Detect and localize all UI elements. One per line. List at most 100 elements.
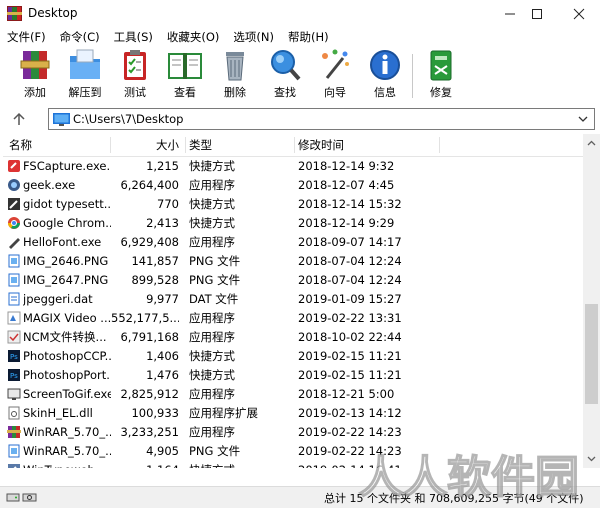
file-modified: 2019-02-22 13:31 [298,311,402,325]
file-name: NCM文件转换... [23,330,107,344]
photoshop-icon: Ps [8,369,20,381]
file-modified: 2018-12-21 5:00 [298,387,395,401]
column-header-size[interactable]: 大小 [111,134,179,156]
table-row[interactable]: geek.exe 6,264,400 应用程序 2018-12-07 4:45 [3,176,583,195]
desktop-folder-icon [53,113,70,126]
drive-status-icon [6,493,37,502]
file-size: 9,977 [146,292,179,306]
file-name: HelloFont.exe [23,235,102,249]
toolbar: 添加 解压到 测试 查看 删除 查找 向导 信息 修复 [0,46,600,102]
column-divider[interactable] [439,137,440,153]
menu-favorites[interactable]: 收藏夹(O) [160,28,227,46]
add-button[interactable]: 添加 [11,48,59,100]
chevron-down-icon[interactable] [577,113,589,125]
geek-app-icon [8,179,20,191]
maximize-button[interactable] [519,0,555,28]
file-name: WinTypeweb... [23,461,111,468]
file-size: 141,857 [131,254,179,268]
file-modified: 2018-07-04 12:24 [298,273,402,287]
path-text: C:\Users\7\Desktop [73,112,184,126]
file-modified: 2018-12-14 15:32 [298,197,402,211]
file-modified: 2019-02-15 11:21 [298,349,402,363]
file-type: DAT 文件 [189,292,239,306]
file-size: 770 [157,197,179,211]
file-name: gidot typesett... [23,197,111,211]
table-row[interactable]: jpeggeri.dat 9,977 DAT 文件 2019-01-09 15:27 [3,290,583,309]
up-folder-button[interactable] [8,110,30,128]
winrar-icon [7,426,21,438]
repair-button[interactable]: 修复 [417,48,465,100]
path-input[interactable]: C:\Users\7\Desktop [48,108,595,130]
scroll-up-icon[interactable] [587,139,596,148]
title-bar: Desktop [0,0,600,28]
file-type: 快捷方式 [189,159,235,173]
column-divider[interactable] [185,137,186,153]
menu-help[interactable]: 帮助(H) [281,28,336,46]
shortcut-icon [8,464,20,468]
wizard-label: 向导 [324,86,346,99]
menu-file[interactable]: 文件(F) [0,28,53,46]
table-row[interactable]: ScreenToGif.exe 2,825,912 应用程序 2018-12-21 5… [3,385,583,404]
table-row[interactable]: SkinH_EL.dll 100,933 应用程序扩展 2019-02-13 14:1… [3,404,583,423]
maximize-icon [532,9,542,19]
dat-file-icon [8,292,20,306]
file-modified: 2018-12-14 9:32 [298,159,395,173]
table-row[interactable]: FSCapture.exe... 1,215 快捷方式 2018-12-14 9:32 [3,157,583,176]
find-button[interactable]: 查找 [261,48,309,100]
clipboard-check-icon [124,50,146,80]
file-size: 2,413 [146,216,179,230]
file-type: 快捷方式 [189,368,235,382]
table-row[interactable]: Ps PhotoshopPort... 1,476 快捷方式 2019-02-15 11… [3,366,583,385]
table-row[interactable]: MAGIX Video ... 552,177,5... 应用程序 2019-02-2… [3,309,583,328]
file-rows: FSCapture.exe... 1,215 快捷方式 2018-12-14 9:32… [3,157,583,468]
table-row[interactable]: IMG_2647.PNG 899,528 PNG 文件 2018-07-04 12:2… [3,271,583,290]
menu-command[interactable]: 命令(C) [53,28,107,46]
column-divider[interactable] [294,137,295,153]
column-header-type[interactable]: 类型 [189,134,212,156]
extract-button[interactable]: 解压到 [61,48,109,100]
file-type: 应用程序 [189,425,235,439]
file-modified: 2018-12-07 4:45 [298,178,395,192]
table-row[interactable]: gidot typesett... 770 快捷方式 2018-12-14 15:32 [3,195,583,214]
file-type: 快捷方式 [189,461,289,468]
file-type: 应用程序扩展 [189,406,258,420]
file-name: Google Chrom... [23,216,111,230]
window-title: Desktop [28,6,78,20]
arrow-up-icon [13,112,25,125]
menu-bar: 文件(F) 命令(C) 工具(S) 收藏夹(O) 选项(N) 帮助(H) [0,28,600,46]
repair-label: 修复 [430,86,452,99]
column-header-name[interactable]: 名称 [9,134,32,156]
scrollbar-thumb[interactable] [585,304,598,404]
folder-extract-icon [70,49,100,79]
file-type: 应用程序 [189,387,235,401]
menu-tools[interactable]: 工具(S) [107,28,160,46]
file-size: 100,933 [131,406,179,420]
column-header-modified[interactable]: 修改时间 [298,134,344,156]
png-file-icon [8,444,20,458]
table-row[interactable]: NCM文件转换... 6,791,168 应用程序 2018-10-02 22:44 [3,328,583,347]
vertical-scrollbar[interactable] [583,134,600,468]
file-name: FSCapture.exe... [23,159,111,173]
file-type: 快捷方式 [189,216,235,230]
table-row[interactable]: Ps PhotoshopCCP... 1,406 快捷方式 2019-02-15 11:… [3,347,583,366]
view-button[interactable]: 查看 [161,48,209,100]
close-button[interactable] [561,0,597,28]
file-size: 1,476 [146,368,179,382]
table-row[interactable]: HelloFont.exe 6,929,408 应用程序 2018-09-07 14:… [3,233,583,252]
file-name: SkinH_EL.dll [23,406,93,420]
test-button[interactable]: 测试 [111,48,159,100]
delete-button[interactable]: 删除 [211,48,259,100]
magix-icon [7,311,21,325]
file-type: 快捷方式 [189,349,235,363]
menu-options[interactable]: 选项(N) [226,28,281,46]
wizard-button[interactable]: 向导 [311,48,359,100]
magnifier-icon [271,50,301,81]
file-name: jpeggeri.dat [23,292,93,306]
table-row[interactable]: IMG_2646.PNG 141,857 PNG 文件 2018-07-04 12:2… [3,252,583,271]
magic-wand-icon [322,49,349,79]
table-row[interactable]: Google Chrom... 2,413 快捷方式 2018-12-14 9:29 [3,214,583,233]
file-name: WinRAR_5.70_... [23,444,111,458]
file-size: 6,264,400 [120,178,179,192]
info-button[interactable]: 信息 [361,48,409,100]
find-label: 查找 [274,86,296,99]
